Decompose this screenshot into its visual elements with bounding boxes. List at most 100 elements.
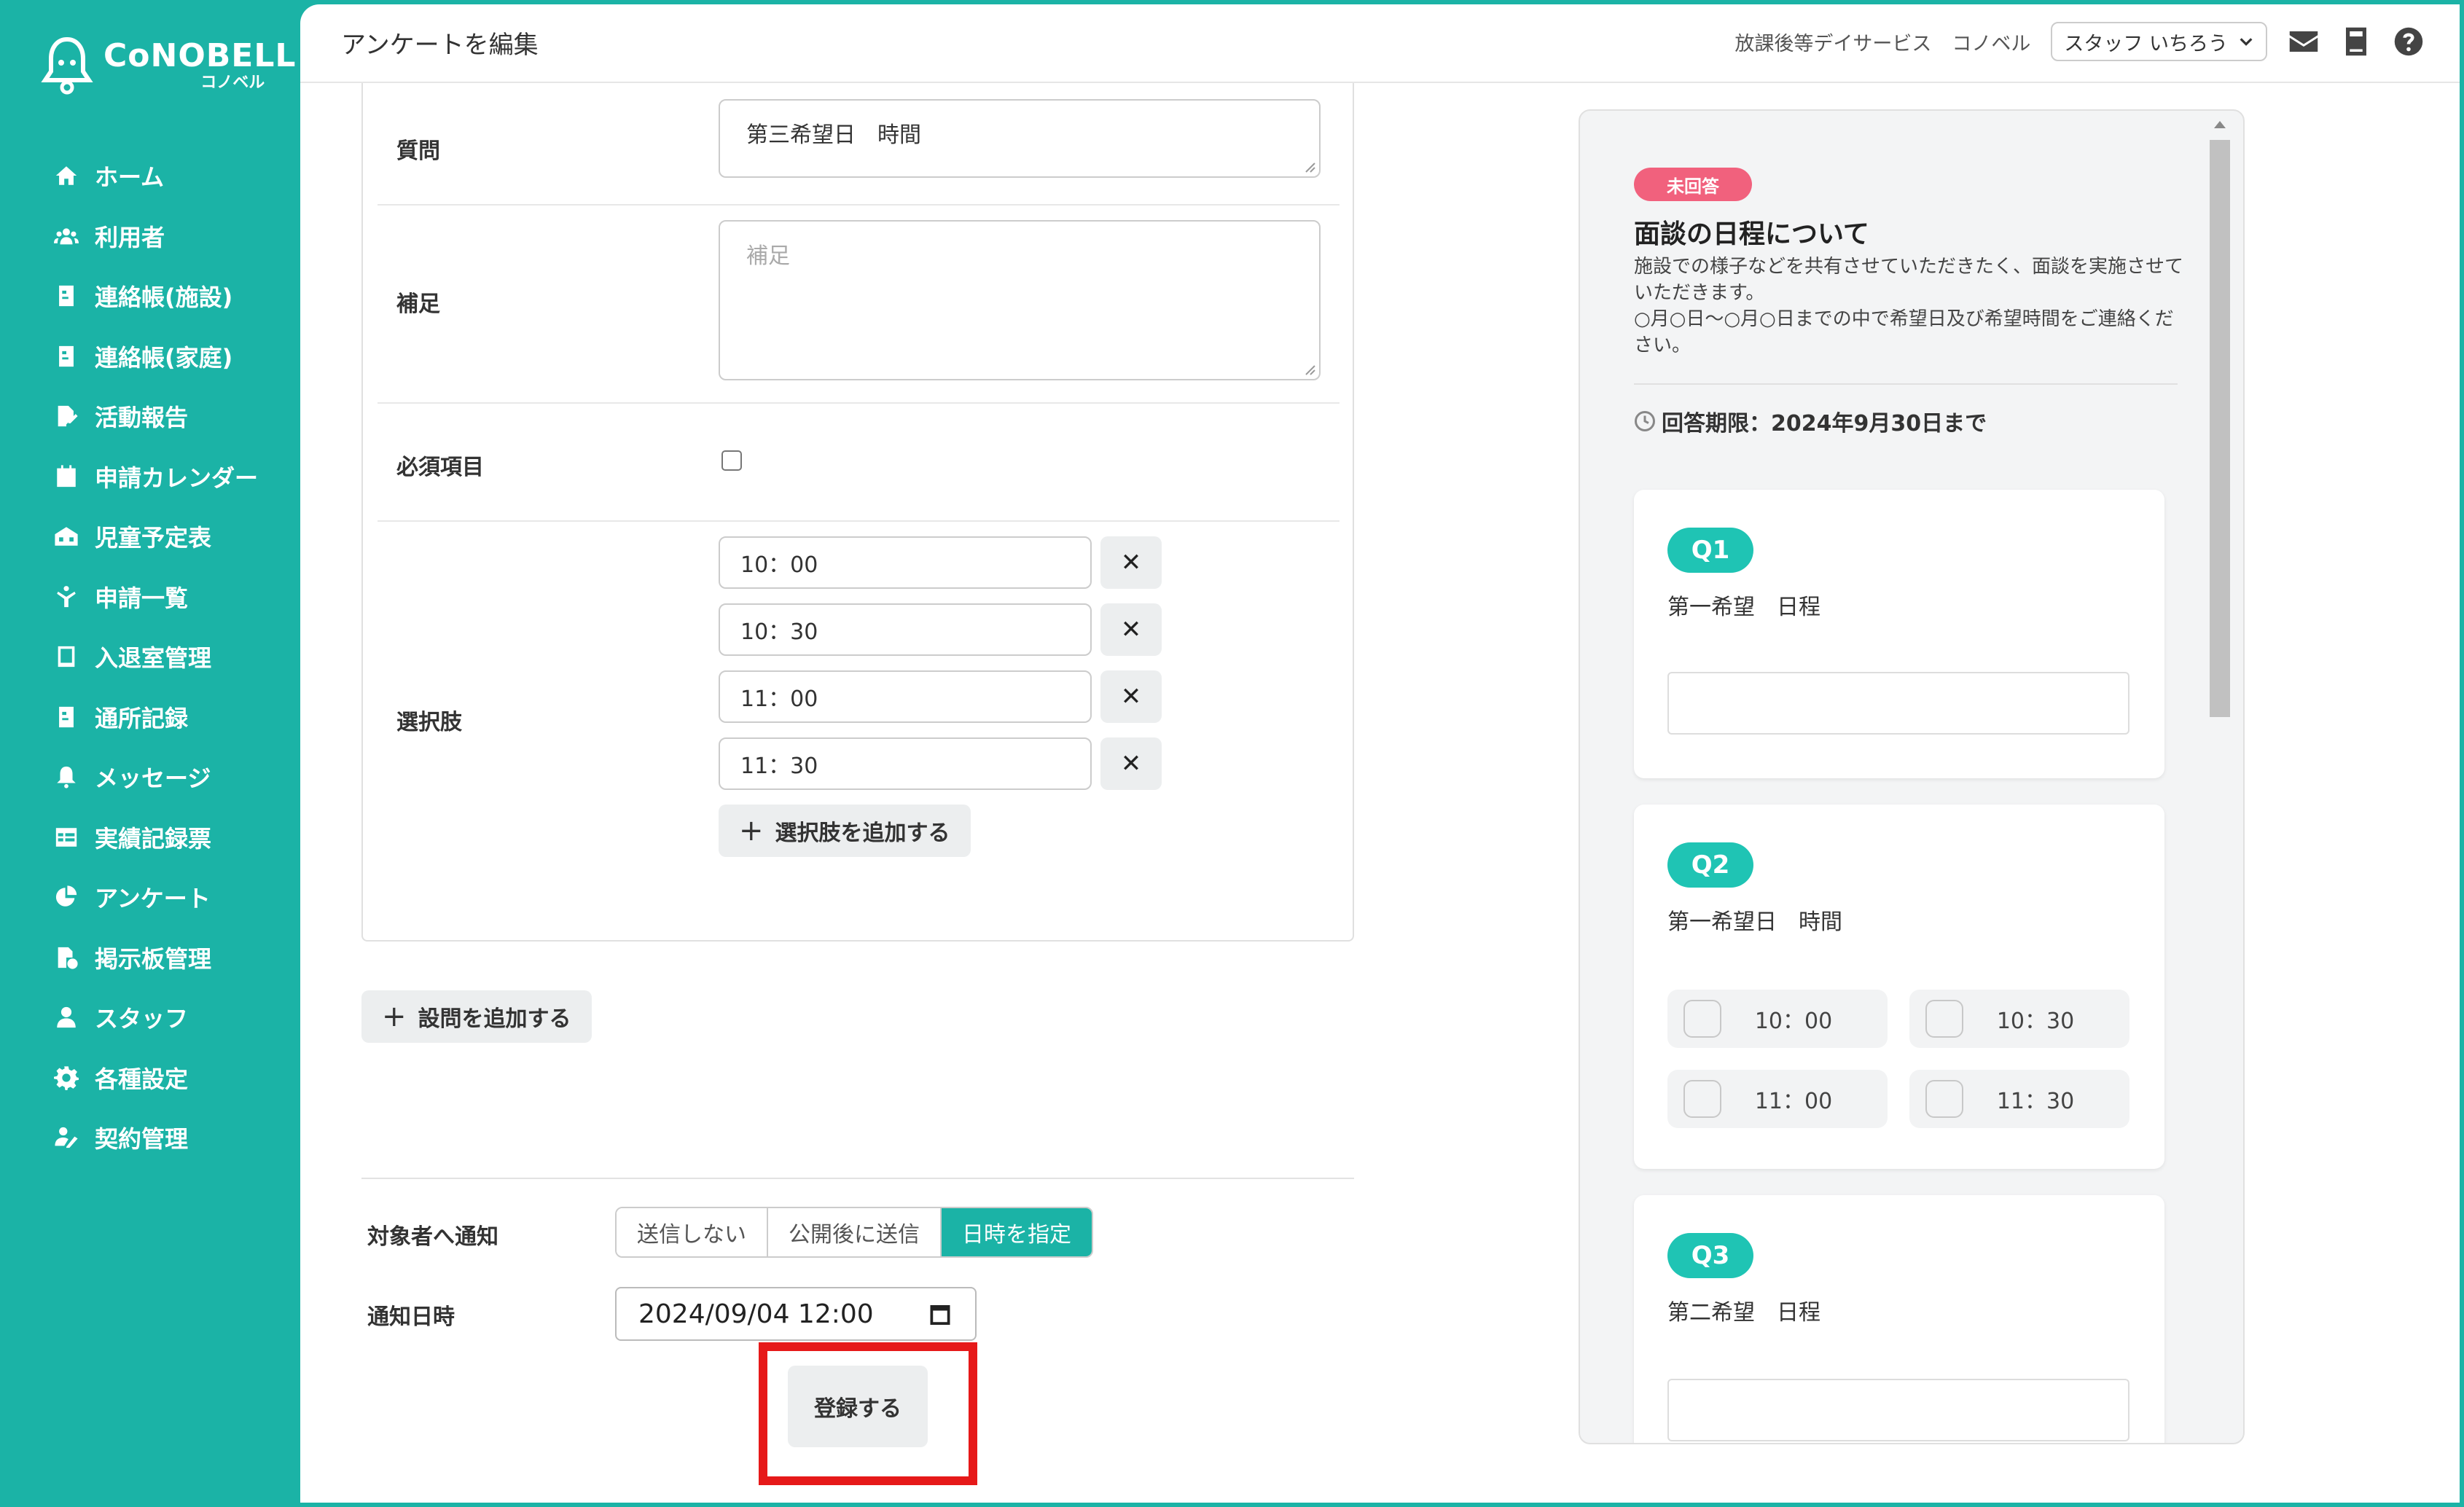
sidebar-item-settings[interactable]: 各種設定 <box>52 1048 293 1108</box>
sidebar-item-users[interactable]: 利用者 <box>52 206 293 267</box>
sidebar-item-attendance-record[interactable]: 通所記録 <box>52 687 293 748</box>
scroll-thumb[interactable] <box>2210 140 2230 717</box>
sidebar-item-label: 申請カレンダー <box>95 463 259 492</box>
answer-option[interactable]: 11：30 <box>1909 1070 2129 1128</box>
question-label: 質問 <box>396 138 440 164</box>
brand-logo[interactable]: CoNOBELL コノベル <box>41 29 295 102</box>
add-choice-button[interactable]: + 選択肢を追加する <box>719 805 971 857</box>
preview-divider <box>1634 383 2178 385</box>
sidebar-item-request-calendar[interactable]: 申請カレンダー <box>52 447 293 507</box>
notebook-icon <box>52 282 80 310</box>
question-text: 第一希望 日程 <box>1667 595 1820 620</box>
sidebar-item-child-schedule[interactable]: 児童予定表 <box>52 506 293 567</box>
question-number-badge: Q3 <box>1667 1233 1753 1278</box>
submit-button[interactable]: 登録する <box>788 1366 928 1447</box>
mail-icon[interactable] <box>2288 26 2320 58</box>
home-icon <box>52 162 80 189</box>
company-name: コノベル <box>1952 32 2031 55</box>
sidebar-item-label: アンケート <box>95 885 211 913</box>
sidebar-item-activity-report[interactable]: 活動報告 <box>52 386 293 447</box>
bell-icon <box>52 763 80 791</box>
sidebar-item-notebook-home[interactable]: 連絡帳(家庭) <box>52 326 293 387</box>
calendar-icon[interactable] <box>927 1301 953 1327</box>
answer-option[interactable]: 10：00 <box>1667 990 1888 1048</box>
option-checkbox[interactable] <box>1683 1080 1721 1118</box>
sidebar-item-label: 入退室管理 <box>95 644 212 673</box>
bell-logo-icon <box>41 35 93 96</box>
option-checkbox[interactable] <box>1925 1080 1963 1118</box>
sidebar-item-room-management[interactable]: 入退室管理 <box>52 627 293 687</box>
notify-datetime-input[interactable]: 2024/09/04 12:00 <box>615 1287 977 1341</box>
staff-icon <box>52 1003 80 1031</box>
answer-option[interactable]: 10：30 <box>1909 990 2129 1048</box>
resize-handle-icon[interactable] <box>1303 160 1316 173</box>
sidebar-item-message[interactable]: メッセージ <box>52 747 293 807</box>
sidebar-item-label: メッセージ <box>95 764 211 793</box>
answer-option[interactable]: 11：00 <box>1667 1070 1888 1128</box>
board-icon <box>52 944 80 971</box>
sidebar-item-board-management[interactable]: 掲示板管理 <box>52 928 293 988</box>
notify-option-none[interactable]: 送信しない <box>617 1208 768 1256</box>
choices-label: 選択肢 <box>396 710 462 735</box>
scroll-up-arrow-icon[interactable] <box>2214 121 2226 128</box>
preview-scrollbar[interactable] <box>2210 121 2230 1418</box>
help-icon[interactable] <box>2393 26 2425 58</box>
sidebar-item-performance-record[interactable]: 実績記録票 <box>52 807 293 868</box>
note-row: 補足 補足 <box>378 206 1339 404</box>
notify-option-specify-datetime[interactable]: 日時を指定 <box>942 1208 1092 1256</box>
status-badge: 未回答 <box>1634 168 1752 201</box>
sidebar-item-contract[interactable]: 契約管理 <box>52 1108 293 1168</box>
sidebar-item-label: 契約管理 <box>95 1125 189 1154</box>
staff-select[interactable]: スタッフ いちろう <box>2051 22 2267 61</box>
notify-label: 対象者へ通知 <box>367 1224 498 1250</box>
notify-datetime-value: 2024/09/04 12:00 <box>638 1299 874 1329</box>
notebook-icon <box>52 342 80 370</box>
choice-input[interactable]: 11：00 <box>719 670 1092 723</box>
question-textarea[interactable]: 第三希望日 時間 <box>719 99 1321 178</box>
delete-choice-button[interactable]: ✕ <box>1100 670 1162 723</box>
sidebar-item-request-list[interactable]: 申請一覧 <box>52 567 293 627</box>
calendar-icon <box>52 463 80 490</box>
choice-input[interactable]: 11：30 <box>719 737 1092 790</box>
question-form-card: 質問 第三希望日 時間 補足 補足 必須項目 選択肢 10：00 ✕ 10：30… <box>361 83 1354 942</box>
sidebar-item-survey[interactable]: アンケート <box>52 867 293 928</box>
answer-input[interactable] <box>1667 1379 2129 1441</box>
sidebar-item-label: 実績記録票 <box>95 824 212 853</box>
resize-handle-icon[interactable] <box>1303 363 1316 376</box>
delete-choice-button[interactable]: ✕ <box>1100 536 1162 589</box>
add-question-button[interactable]: + 設問を追加する <box>361 990 592 1043</box>
sidebar-item-label: 各種設定 <box>95 1065 189 1093</box>
note-textarea[interactable]: 補足 <box>719 220 1321 380</box>
choice-item: 11：30 ✕ <box>719 737 1162 790</box>
sidebar-item-label: 児童予定表 <box>95 524 212 552</box>
brand-sub: コノベル <box>200 74 265 92</box>
add-question-label: 設問を追加する <box>418 1006 571 1032</box>
sidebar-item-staff[interactable]: スタッフ <box>52 987 293 1048</box>
sidebar-item-home[interactable]: ホーム <box>52 146 293 206</box>
option-checkbox[interactable] <box>1925 1000 1963 1038</box>
delete-choice-button[interactable]: ✕ <box>1100 603 1162 656</box>
required-checkbox[interactable] <box>721 450 742 471</box>
sidebar-item-label: スタッフ <box>95 1005 189 1033</box>
record-icon <box>52 703 80 731</box>
sidebar: CoNOBELL コノベル ホーム 利用者 連絡帳(施設) 連絡帳(家庭) 活動… <box>0 0 300 1507</box>
question-value: 第三希望日 時間 <box>746 122 921 148</box>
choice-input[interactable]: 10：00 <box>719 536 1092 589</box>
notify-datetime-label: 通知日時 <box>367 1304 455 1330</box>
sidebar-item-label: 通所記録 <box>95 704 189 732</box>
delete-choice-button[interactable]: ✕ <box>1100 737 1162 790</box>
question-text: 第二希望 日程 <box>1667 1300 1820 1326</box>
manual-book-icon[interactable] <box>2340 26 2372 58</box>
notify-segmented-control: 送信しない 公開後に送信 日時を指定 <box>615 1207 1093 1258</box>
top-bar: アンケートを編集 放課後等デイサービス コノベル スタッフ いちろう <box>300 4 2460 83</box>
preview-question-card: Q1 第一希望 日程 <box>1634 490 2164 778</box>
choice-input[interactable]: 10：30 <box>719 603 1092 656</box>
sidebar-item-label: 連絡帳(施設) <box>95 283 233 312</box>
sidebar-item-notebook-facility[interactable]: 連絡帳(施設) <box>52 266 293 326</box>
notify-option-after-publish[interactable]: 公開後に送信 <box>768 1208 942 1256</box>
pie-chart-icon <box>52 883 80 911</box>
choices-row: 選択肢 10：00 ✕ 10：30 ✕ 11：00 ✕ 11：30 ✕ + 選択… <box>378 522 1339 942</box>
add-choice-label: 選択肢を追加する <box>775 821 950 846</box>
option-checkbox[interactable] <box>1683 1000 1721 1038</box>
answer-input[interactable] <box>1667 672 2129 735</box>
